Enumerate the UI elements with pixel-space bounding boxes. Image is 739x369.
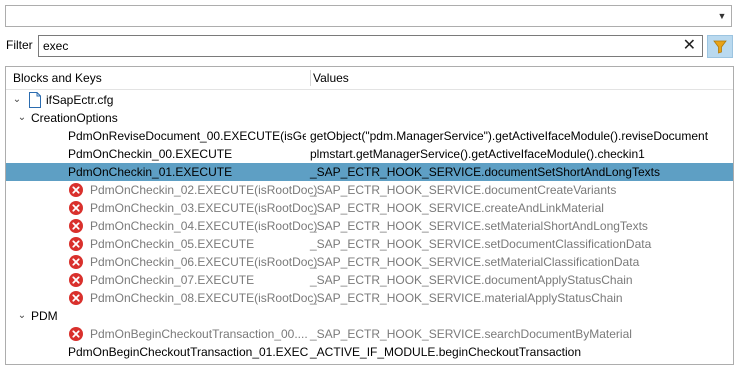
- row-value: _ACTIVE_IF_MODULE.beginCheckoutTransacti…: [310, 345, 582, 359]
- row-key: PdmOnCheckin_04.EXECUTE(isRootDoc): [90, 219, 318, 233]
- chevron-down-icon[interactable]: ▼: [715, 6, 729, 26]
- top-combobox[interactable]: ▼: [5, 5, 732, 27]
- filter-label: Filter: [6, 38, 33, 52]
- chevron-down-icon[interactable]: ⌄: [17, 307, 27, 325]
- tree-table[interactable]: Blocks and Keys Values ⌄ ifSapEctr.cfg ⌄…: [5, 66, 734, 365]
- clear-icon[interactable]: ✕: [683, 36, 696, 56]
- group-label: CreationOptions: [31, 111, 118, 125]
- filter-button[interactable]: [707, 35, 733, 58]
- table-row[interactable]: PdmOnCheckin_04.EXECUTE(isRootDoc) _SAP_…: [6, 217, 733, 235]
- table-row[interactable]: PdmOnCheckin_05.EXECUTE _SAP_ECTR_HOOK_S…: [6, 235, 733, 253]
- row-key: PdmOnCheckin_07.EXECUTE: [90, 273, 255, 287]
- error-icon: [69, 237, 83, 251]
- table-row[interactable]: PdmOnReviseDocument_00.EXECUTE(isGeo... …: [6, 127, 733, 145]
- row-key: PdmOnBeginCheckoutTransaction_00....: [90, 327, 308, 341]
- error-icon: [69, 201, 83, 215]
- table-row[interactable]: PdmOnCheckin_07.EXECUTE _SAP_ECTR_HOOK_S…: [6, 271, 733, 289]
- row-value: _SAP_ECTR_HOOK_SERVICE.createAndLinkMate…: [310, 201, 604, 215]
- group-label: PDM: [31, 309, 58, 323]
- error-icon: [69, 219, 83, 233]
- table-row[interactable]: PdmOnBeginCheckoutTransaction_00.... _SA…: [6, 325, 733, 343]
- row-value: _SAP_ECTR_HOOK_SERVICE.setDocumentClassi…: [310, 237, 652, 251]
- row-key: PdmOnCheckin_08.EXECUTE(isRootDoc): [90, 291, 318, 305]
- row-key: PdmOnReviseDocument_00.EXECUTE(isGeo...: [68, 129, 306, 143]
- row-value: getObject("pdm.ManagerService").getActiv…: [310, 129, 709, 143]
- funnel-icon: [713, 40, 727, 54]
- row-value: _SAP_ECTR_HOOK_SERVICE.documentApplyStat…: [310, 273, 633, 287]
- row-key: PdmOnCheckin_01.EXECUTE: [68, 165, 233, 179]
- table-row[interactable]: PdmOnCheckin_06.EXECUTE(isRootDoc) _SAP_…: [6, 253, 733, 271]
- row-value: _SAP_ECTR_HOOK_SERVICE.documentCreateVar…: [310, 183, 617, 197]
- table-row[interactable]: PdmOnCheckin_02.EXECUTE(isRootDoc) _SAP_…: [6, 181, 733, 199]
- chevron-down-icon[interactable]: ⌄: [12, 91, 22, 109]
- error-icon: [69, 291, 83, 305]
- row-key: PdmOnBeginCheckoutTransaction_01.EXEC...: [68, 345, 308, 359]
- table-row[interactable]: PdmOnCheckin_03.EXECUTE(isRootDoc) _SAP_…: [6, 199, 733, 217]
- error-icon: [69, 273, 83, 287]
- row-value: _SAP_ECTR_HOOK_SERVICE.documentSetShortA…: [310, 165, 660, 179]
- table-header: Blocks and Keys Values: [6, 67, 733, 90]
- row-value: _SAP_ECTR_HOOK_SERVICE.setMaterialClassi…: [310, 255, 640, 269]
- row-key: PdmOnCheckin_03.EXECUTE(isRootDoc): [90, 201, 318, 215]
- table-row[interactable]: PdmOnCheckin_08.EXECUTE(isRootDoc) _SAP_…: [6, 289, 733, 307]
- row-key: PdmOnCheckin_05.EXECUTE: [90, 237, 255, 251]
- chevron-down-icon[interactable]: ⌄: [17, 109, 27, 127]
- column-divider[interactable]: [310, 70, 311, 86]
- column-header-keys[interactable]: Blocks and Keys: [13, 67, 102, 89]
- row-value: _SAP_ECTR_HOOK_SERVICE.materialApplyStat…: [310, 291, 623, 305]
- row-value: plmstart.getManagerService().getActiveIf…: [310, 147, 645, 161]
- tree-group-row[interactable]: ⌄ PDM: [6, 307, 733, 325]
- row-key: PdmOnCheckin_00.EXECUTE: [68, 147, 233, 161]
- error-icon: [69, 255, 83, 269]
- file-icon: [29, 92, 41, 108]
- filter-input-value: exec: [43, 39, 69, 53]
- error-icon: [69, 183, 83, 197]
- row-key: PdmOnCheckin_02.EXECUTE(isRootDoc): [90, 183, 318, 197]
- tree-root-row[interactable]: ⌄ ifSapEctr.cfg: [6, 91, 733, 109]
- row-value: _SAP_ECTR_HOOK_SERVICE.searchDocumentByM…: [310, 327, 632, 341]
- row-value: _SAP_ECTR_HOOK_SERVICE.setMaterialShortA…: [310, 219, 648, 233]
- filter-input[interactable]: exec ✕: [38, 35, 703, 57]
- column-header-values[interactable]: Values: [313, 67, 349, 89]
- error-icon: [69, 327, 83, 341]
- table-row-selected[interactable]: PdmOnCheckin_01.EXECUTE _SAP_ECTR_HOOK_S…: [6, 163, 733, 181]
- tree-group-row[interactable]: ⌄ CreationOptions: [6, 109, 733, 127]
- row-key: PdmOnCheckin_06.EXECUTE(isRootDoc): [90, 255, 318, 269]
- table-row[interactable]: PdmOnCheckin_00.EXECUTE plmstart.getMana…: [6, 145, 733, 163]
- tree-root-label: ifSapEctr.cfg: [46, 93, 114, 107]
- table-row[interactable]: PdmOnBeginCheckoutTransaction_01.EXEC...…: [6, 343, 733, 361]
